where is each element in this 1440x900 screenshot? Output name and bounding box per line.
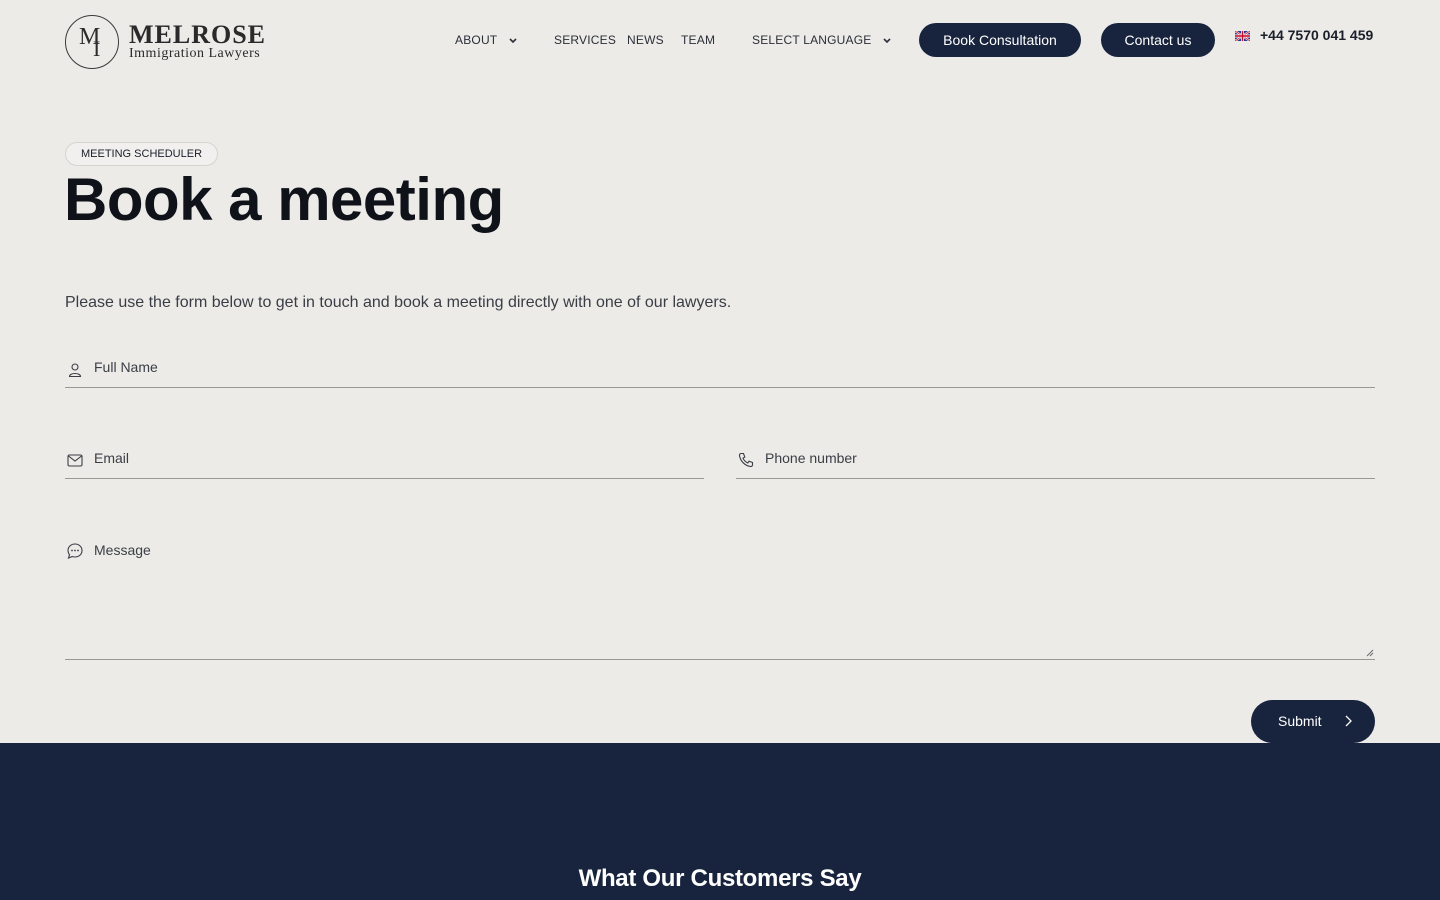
testimonials-section: What Our Customers Say: [0, 743, 1440, 900]
contact-us-button[interactable]: Contact us: [1101, 23, 1215, 57]
site-header: M I MELROSE Immigration Lawyers ABOUT SE…: [0, 0, 1440, 80]
phone-number-link[interactable]: +44 7570 041 459: [1260, 27, 1373, 43]
language-select[interactable]: SELECT LANGUAGE: [752, 33, 892, 47]
submit-button[interactable]: Submit: [1251, 700, 1375, 743]
chevron-right-icon: [1345, 715, 1352, 727]
full-name-placeholder: Full Name: [94, 359, 158, 375]
phone-icon: [738, 452, 754, 468]
section-badge: MEETING SCHEDULER: [65, 142, 219, 166]
page-title: Book a meeting: [64, 166, 504, 233]
email-placeholder: Email: [94, 450, 130, 466]
mail-icon: [67, 454, 83, 467]
intro-text: Please use the form below to get in touc…: [65, 294, 732, 311]
brand-tagline: Immigration Lawyers: [129, 46, 261, 61]
email-field[interactable]: Email: [65, 446, 704, 479]
message-placeholder: Message: [94, 542, 151, 558]
logo-monogram: M I: [65, 15, 119, 69]
brand-name: MELROSE: [129, 20, 267, 49]
book-consultation-button[interactable]: Book Consultation: [919, 23, 1081, 57]
submit-label: Submit: [1278, 713, 1322, 729]
phone-number-field[interactable]: Phone number: [736, 446, 1375, 479]
chevron-down-icon: [883, 36, 892, 47]
nav-team[interactable]: TEAM: [681, 33, 715, 47]
nav-about[interactable]: ABOUT: [455, 33, 517, 47]
chat-bubble-icon: [67, 543, 83, 559]
resize-handle-icon[interactable]: [1366, 649, 1374, 657]
nav-news[interactable]: NEWS: [627, 33, 664, 47]
full-name-field[interactable]: Full Name: [65, 355, 1375, 388]
chevron-down-icon: [509, 36, 517, 47]
phone-placeholder: Phone number: [765, 450, 857, 466]
uk-flag-icon: [1235, 31, 1250, 41]
testimonials-heading: What Our Customers Say: [578, 865, 862, 892]
nav-services[interactable]: SERVICES: [554, 33, 616, 47]
logo[interactable]: M I MELROSE Immigration Lawyers: [65, 15, 266, 69]
message-field[interactable]: Message: [65, 538, 1375, 660]
user-icon: [68, 363, 82, 378]
logo-text: MELROSE Immigration Lawyers: [129, 20, 267, 61]
